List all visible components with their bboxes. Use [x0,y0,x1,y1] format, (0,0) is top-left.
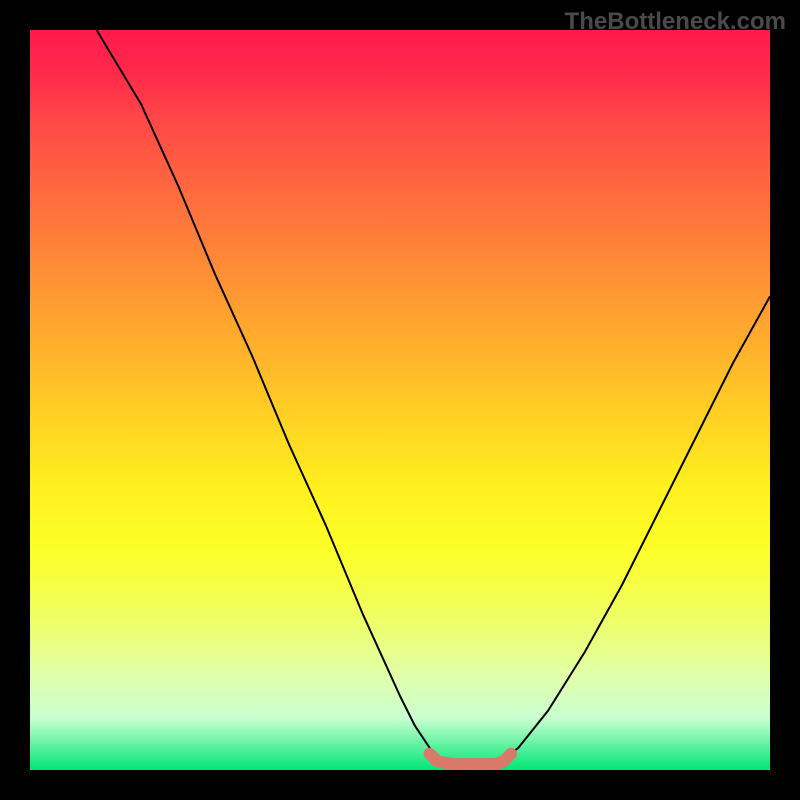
chart-svg [30,30,770,770]
watermark-text: TheBottleneck.com [565,8,786,36]
plot-area [30,30,770,770]
marker-band [430,754,511,764]
right-curve [496,296,770,764]
left-curve [97,30,445,764]
